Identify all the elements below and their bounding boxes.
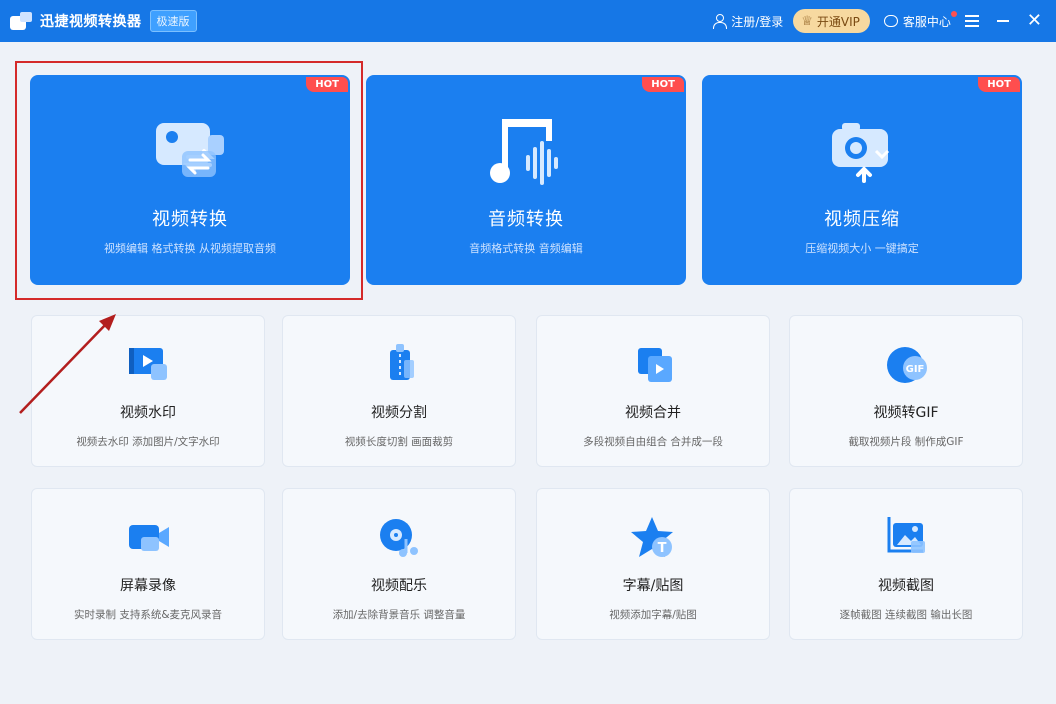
edition-badge: 极速版 <box>149 10 197 32</box>
gif-icon: GIF <box>887 347 927 383</box>
camera-compress-icon <box>832 123 890 183</box>
app-title: 迅捷视频转换器 <box>40 14 142 30</box>
login-link[interactable]: 注册/登录 <box>731 13 783 30</box>
card-desc: 压缩视频大小 一键搞定 <box>805 242 919 255</box>
svg-text:T: T <box>658 541 667 556</box>
customer-service-link[interactable]: 客服中心 <box>902 10 957 30</box>
card-title: 音频转换 <box>488 209 564 230</box>
tool-title: 视频配乐 <box>371 578 427 594</box>
notification-dot <box>950 10 957 17</box>
tool-title: 屏幕录像 <box>120 578 176 594</box>
tool-desc: 实时录制 支持系统&麦克风录音 <box>73 609 223 621</box>
tool-desc: 截取视频片段 制作成GIF <box>848 436 964 448</box>
minimize-icon[interactable] <box>996 20 1009 22</box>
tool-desc: 视频去水印 添加图片/文字水印 <box>76 436 220 448</box>
tool-desc: 逐帧截图 连续截图 输出长图 <box>839 609 973 621</box>
crown-icon: ♕ <box>801 13 813 29</box>
chat-icon[interactable] <box>883 15 898 27</box>
close-icon[interactable]: ✕ <box>1027 12 1042 30</box>
titlebar-actions: 注册/登录 ♕ 开通VIP 客服中心 ✕ <box>712 0 1056 42</box>
tool-desc: 添加/去除背景音乐 调整音量 <box>332 609 466 621</box>
video-merge-icon <box>638 348 672 382</box>
tool-desc: 视频添加字幕/贴图 <box>609 609 697 621</box>
svg-text:GIF: GIF <box>906 364 925 375</box>
tool-title: 视频合并 <box>625 405 681 421</box>
tool-title: 视频转GIF <box>873 405 939 421</box>
tool-video-split[interactable]: 视频分割 视频长度切割 画面裁剪 <box>282 315 516 467</box>
video-screenshot-icon <box>887 517 925 553</box>
tool-subtitle-sticker[interactable]: T 字幕/贴图 视频添加字幕/贴图 <box>536 488 770 640</box>
vip-button-label: 开通VIP <box>816 14 860 29</box>
tool-desc: 视频长度切割 画面裁剪 <box>344 436 454 448</box>
tool-video-merge[interactable]: 视频合并 多段视频自由组合 合并成一段 <box>536 315 770 467</box>
subtitle-sticker-icon: T <box>631 517 673 557</box>
highlight-box <box>15 61 363 300</box>
card-title: 视频压缩 <box>824 209 900 230</box>
customer-service-label: 客服中心 <box>902 14 951 29</box>
hot-badge: HOT <box>978 77 1020 92</box>
tool-video-to-gif[interactable]: GIF 视频转GIF 截取视频片段 制作成GIF <box>789 315 1023 467</box>
card-video-compress[interactable]: HOT 视频压缩 压缩视频大小 一键搞定 <box>702 75 1022 285</box>
video-watermark-icon <box>129 348 167 380</box>
app-logo-icon <box>10 12 32 30</box>
video-music-icon <box>380 519 418 557</box>
tool-screen-record[interactable]: 屏幕录像 实时录制 支持系统&麦克风录音 <box>31 488 265 640</box>
card-audio-convert[interactable]: HOT 音频转换 音频格式转换 音频编辑 <box>366 75 686 285</box>
tool-title: 视频截图 <box>878 578 934 594</box>
tool-title: 视频分割 <box>371 405 427 421</box>
screen-record-icon <box>129 525 169 551</box>
hot-badge: HOT <box>642 77 684 92</box>
vip-button[interactable]: ♕ 开通VIP <box>793 9 870 33</box>
user-icon[interactable] <box>712 14 728 29</box>
tool-video-music[interactable]: 视频配乐 添加/去除背景音乐 调整音量 <box>282 488 516 640</box>
card-desc: 音频格式转换 音频编辑 <box>469 242 583 255</box>
tool-title: 视频水印 <box>120 405 176 421</box>
tool-video-watermark[interactable]: 视频水印 视频去水印 添加图片/文字水印 <box>31 315 265 467</box>
video-split-icon <box>390 344 414 380</box>
tool-video-screenshot[interactable]: 视频截图 逐帧截图 连续截图 输出长图 <box>789 488 1023 640</box>
title-bar: 迅捷视频转换器 极速版 注册/登录 ♕ 开通VIP 客服中心 ✕ <box>0 0 1056 42</box>
tool-title: 字幕/贴图 <box>622 578 684 594</box>
tool-desc: 多段视频自由组合 合并成一段 <box>583 436 723 448</box>
menu-icon[interactable] <box>964 15 979 27</box>
music-note-icon <box>490 119 558 185</box>
